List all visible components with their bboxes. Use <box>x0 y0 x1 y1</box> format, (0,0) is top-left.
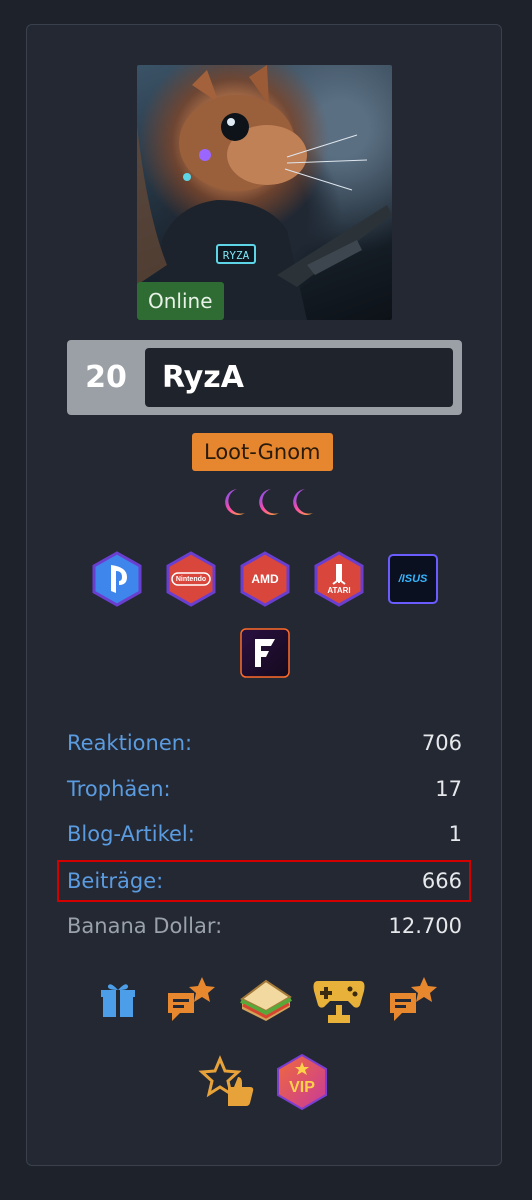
stat-row-banana-dollar: Banana Dollar: 12.700 <box>67 906 462 946</box>
asus-icon[interactable]: /ISUS <box>385 551 441 607</box>
thumbs-up-star-icon[interactable] <box>198 1053 256 1111</box>
avatar-chest-label: RYZA <box>223 249 250 262</box>
sandwich-icon[interactable] <box>236 971 294 1029</box>
stat-label: Banana Dollar: <box>67 914 223 938</box>
moon-icon <box>225 489 245 515</box>
moon-icon <box>293 489 313 515</box>
moon-icon <box>259 489 279 515</box>
stat-value: 666 <box>421 869 462 893</box>
user-rank-badge: Loot-Gnom <box>192 433 333 471</box>
gamepad-trophy-icon[interactable] <box>310 971 368 1029</box>
fanatical-icon[interactable] <box>237 625 293 681</box>
stat-label[interactable]: Blog-Artikel: <box>67 814 195 854</box>
rank-moons <box>217 486 317 520</box>
chat-star-icon[interactable] <box>162 971 220 1029</box>
online-status-badge: Online <box>137 282 224 320</box>
stat-label[interactable]: Beiträge: <box>67 861 163 901</box>
stat-label[interactable]: Trophäen: <box>67 769 171 809</box>
amd-icon[interactable]: AMD <box>237 551 293 607</box>
stat-value: 706 <box>421 731 462 755</box>
username[interactable]: RyzA <box>145 348 453 407</box>
chat-star-icon[interactable] <box>384 971 442 1029</box>
atari-icon[interactable]: ATARI <box>311 551 367 607</box>
stat-label[interactable]: Reaktionen: <box>67 723 192 763</box>
stat-row-posts: Beiträge: 666 <box>67 861 462 901</box>
nintendo-icon[interactable]: Nintendo <box>163 551 219 607</box>
gift-icon[interactable] <box>90 971 148 1029</box>
stat-value: 17 <box>435 777 462 801</box>
stat-row-blog-articles: Blog-Artikel: 1 <box>67 814 462 854</box>
username-banner: 20 RyzA <box>67 340 462 415</box>
stat-value: 1 <box>448 822 462 846</box>
stat-row-reactions: Reaktionen: 706 <box>67 723 462 763</box>
stat-row-trophies: Trophäen: 17 <box>67 769 462 809</box>
playstation-icon[interactable] <box>89 551 145 607</box>
user-level: 20 <box>85 360 127 395</box>
stat-value: 12.700 <box>388 914 462 938</box>
vip-icon[interactable]: VIP <box>273 1053 331 1111</box>
